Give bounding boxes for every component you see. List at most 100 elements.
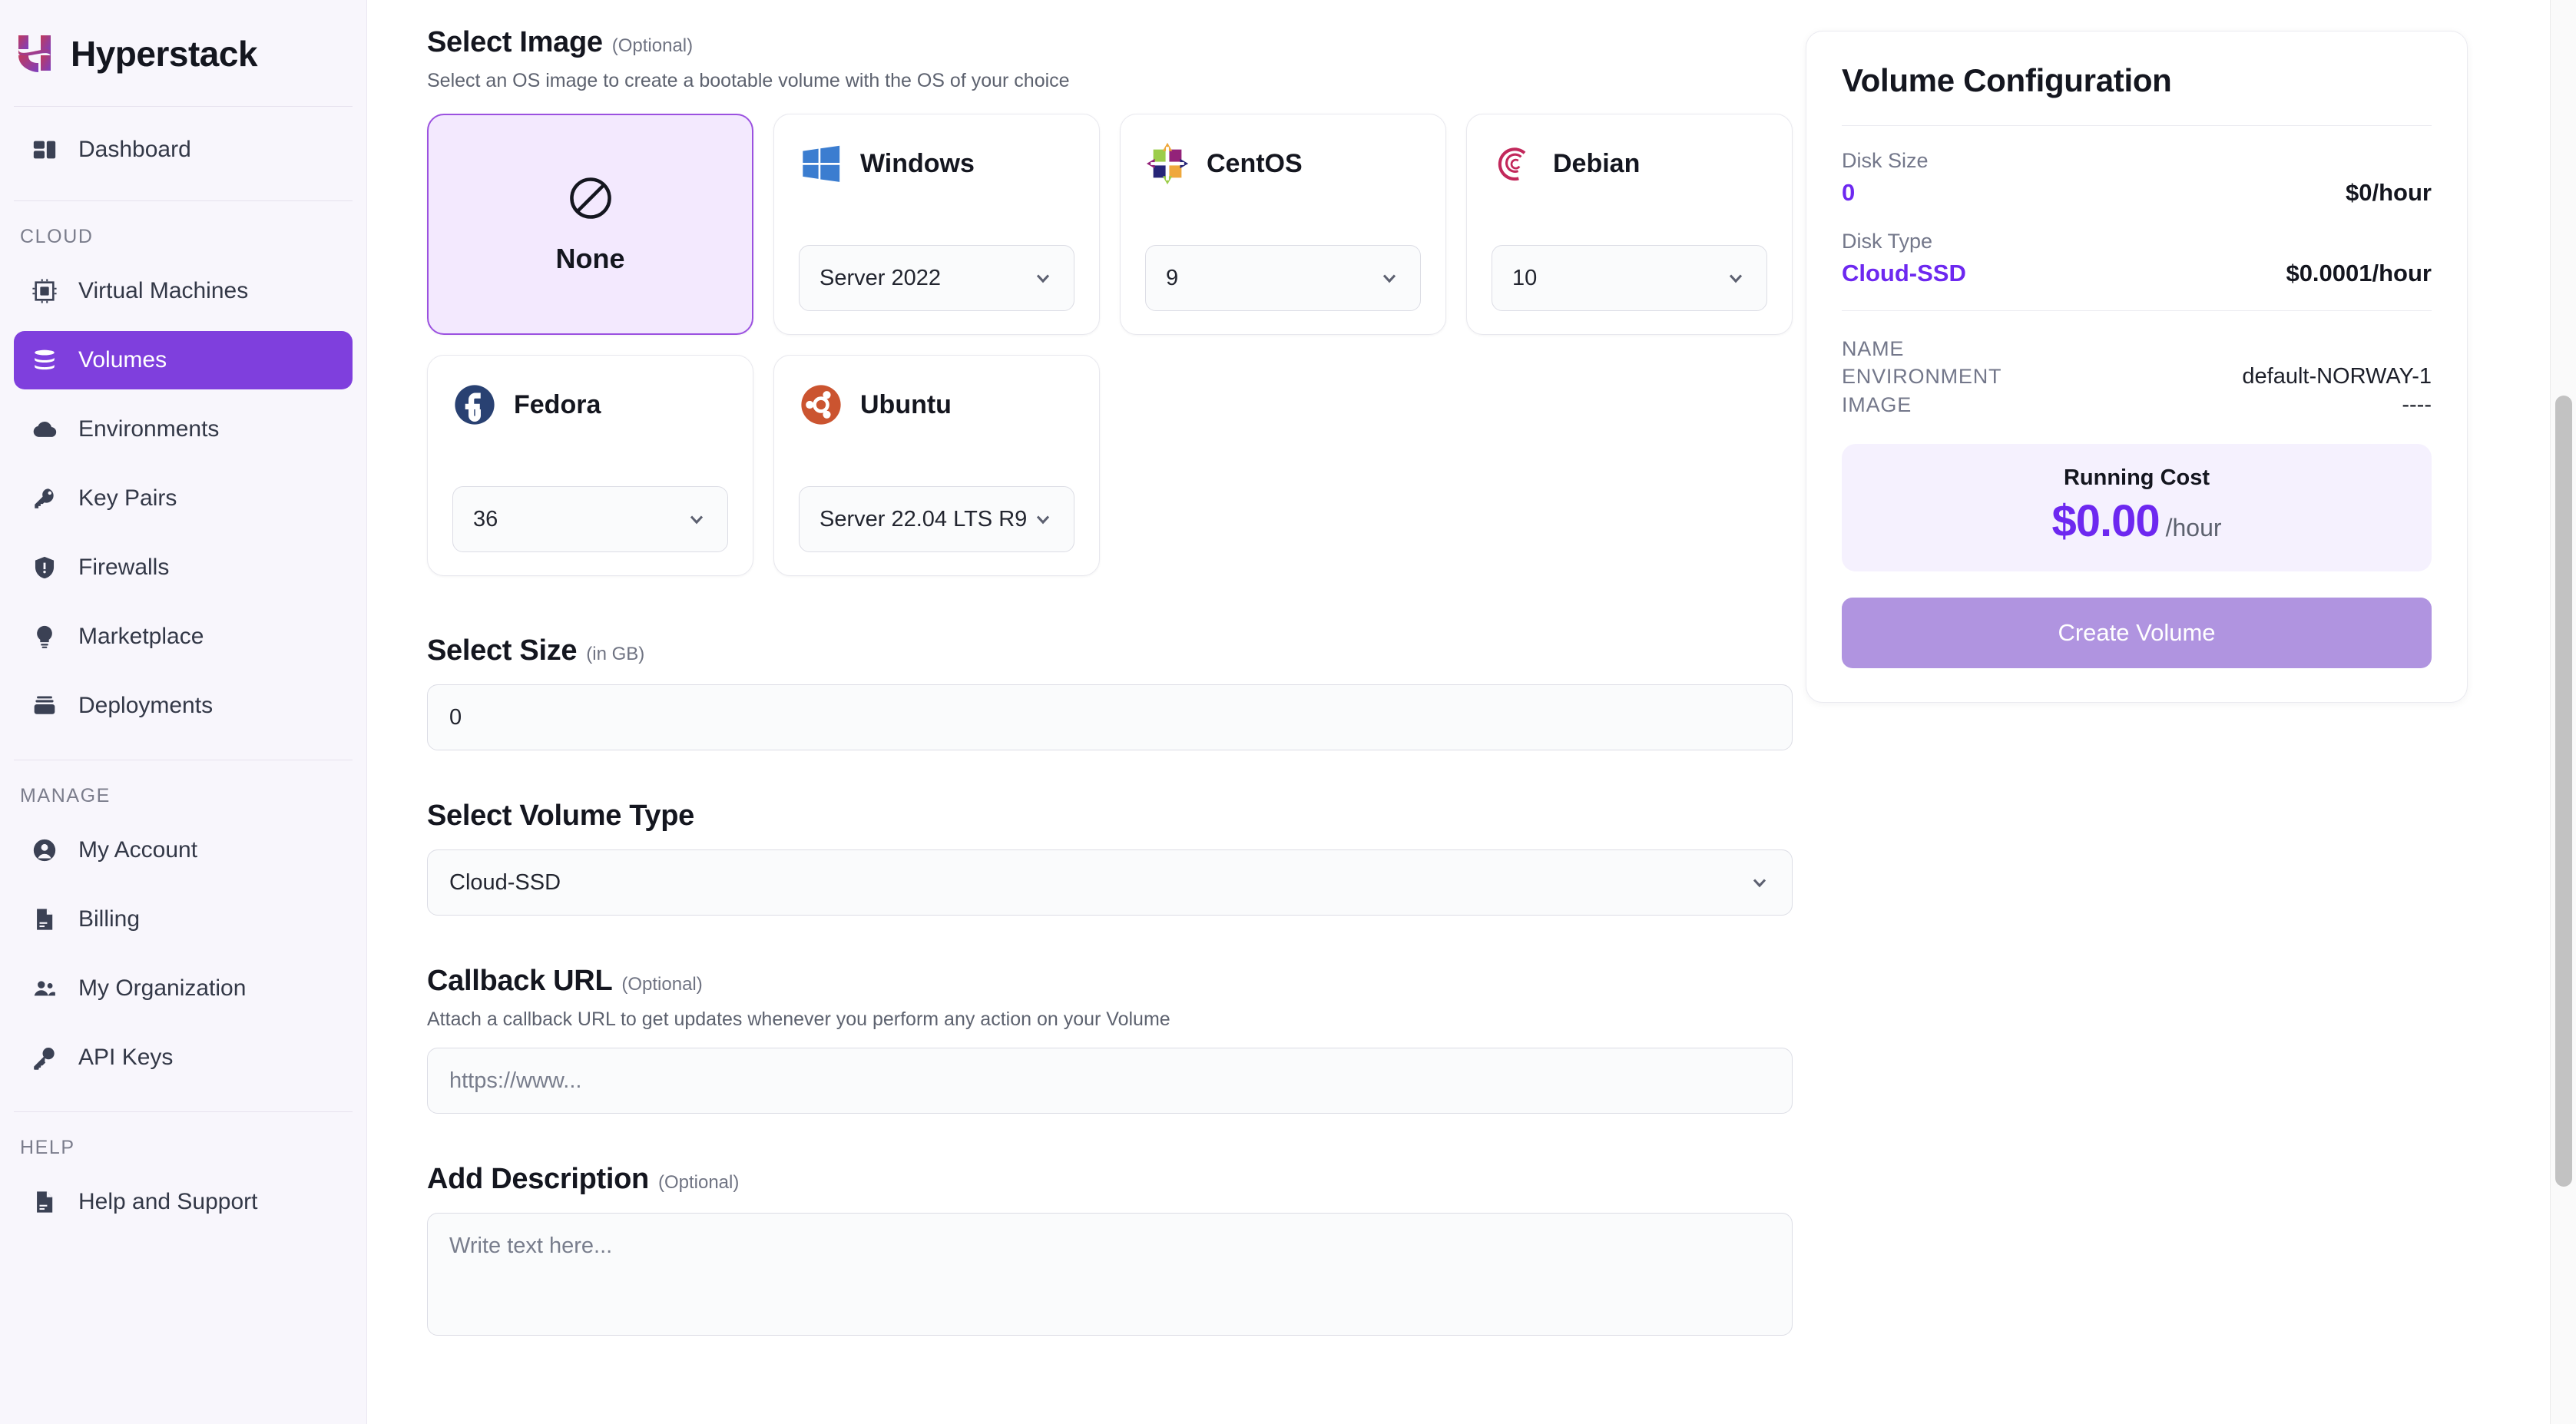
os-card-centos[interactable]: CentOS 9 — [1120, 114, 1446, 335]
disk-type-key: Disk Type — [1842, 230, 1933, 253]
os-card-fedora[interactable]: Fedora 36 — [427, 355, 753, 576]
disk-type-price: $0.0001/hour — [2286, 260, 2432, 286]
sidebar-item-api-keys[interactable]: API Keys — [14, 1028, 353, 1087]
disk-type-value: Cloud-SSD — [1842, 260, 1966, 286]
sidebar-item-my-account[interactable]: My Account — [14, 821, 353, 879]
server-stack-icon — [31, 346, 58, 374]
os-card-label: Debian — [1553, 148, 1641, 178]
lightbulb-icon — [31, 623, 58, 651]
os-card-debian[interactable]: Debian 10 — [1466, 114, 1793, 335]
select-image-heading: Select Image (Optional) — [427, 26, 1769, 59]
meta-value: ---- — [2402, 392, 2432, 417]
os-card-label: None — [555, 243, 625, 274]
meta-value: default-NORWAY-1 — [2242, 364, 2432, 389]
callback-url-optional-tag: (Optional) — [621, 974, 703, 995]
sidebar-item-billing[interactable]: Billing — [14, 890, 353, 949]
sidebar-item-volumes[interactable]: Volumes — [14, 331, 353, 389]
sidebar-item-firewalls[interactable]: Firewalls — [14, 538, 353, 597]
size-input-value: 0 — [449, 704, 462, 730]
os-card-header: CentOS — [1145, 137, 1421, 190]
fedora-logo-icon — [452, 382, 497, 427]
disk-size-row: 0 $0/hour — [1842, 179, 2432, 207]
os-card-label: Windows — [860, 148, 975, 178]
disk-size-key: Disk Size — [1842, 149, 1929, 172]
windows-logo-icon — [799, 141, 843, 186]
chevron-down-icon — [1379, 267, 1400, 289]
vertical-scrollbar-thumb[interactable] — [2555, 396, 2572, 1187]
add-description-title: Add Description — [427, 1163, 649, 1195]
no-entry-icon — [566, 174, 615, 223]
sidebar-item-label: Help and Support — [78, 1189, 258, 1214]
dashboard-icon — [31, 136, 58, 164]
sidebar-item-help-and-support[interactable]: Help and Support — [14, 1173, 353, 1231]
add-description-optional-tag: (Optional) — [657, 1172, 740, 1193]
key-icon — [31, 485, 58, 512]
os-version-value: 9 — [1166, 265, 1179, 290]
os-card-header: Debian — [1492, 137, 1767, 190]
sidebar-item-label: Deployments — [78, 693, 214, 718]
sidebar-group-manage: MANAGE My Account Billing My Organizatio… — [0, 760, 366, 1111]
os-version-select-windows[interactable]: Server 2022 — [799, 245, 1074, 311]
sidebar-item-marketplace[interactable]: Marketplace — [14, 608, 353, 666]
volume-type-value: Cloud-SSD — [449, 869, 561, 895]
sidebar-item-virtual-machines[interactable]: Virtual Machines — [14, 262, 353, 320]
os-card-none[interactable]: None — [427, 114, 753, 335]
os-version-select-ubuntu[interactable]: Server 22.04 LTS R9 — [799, 486, 1074, 552]
cloud-icon — [31, 416, 58, 443]
sidebar-item-environments[interactable]: Environments — [14, 400, 353, 459]
shield-alert-icon — [31, 554, 58, 581]
meta-key: ENVIRONMENT — [1842, 365, 2002, 388]
meta-key: NAME — [1842, 337, 1905, 360]
chevron-down-icon — [686, 508, 707, 530]
os-version-value: Server 22.04 LTS R9 — [819, 506, 1027, 532]
select-size-title: Select Size — [427, 634, 578, 667]
sidebar-item-deployments[interactable]: Deployments — [14, 677, 353, 735]
sidebar-item-label: My Account — [78, 837, 198, 863]
os-card-windows[interactable]: Windows Server 2022 — [773, 114, 1100, 335]
meta-key: IMAGE — [1842, 393, 1912, 416]
volume-type-select[interactable]: Cloud-SSD — [427, 849, 1793, 916]
add-description-section: Add Description (Optional) Write text he… — [427, 1163, 1793, 1336]
vertical-scrollbar-track[interactable] — [2550, 0, 2576, 1424]
os-version-select-centos[interactable]: 9 — [1145, 245, 1421, 311]
sidebar-item-key-pairs[interactable]: Key Pairs — [14, 469, 353, 528]
sidebar: Hyperstack Dashboard CLOUD Virtual Machi… — [0, 0, 367, 1424]
os-version-select-debian[interactable]: 10 — [1492, 245, 1767, 311]
brand[interactable]: Hyperstack — [0, 0, 366, 106]
centos-logo-icon — [1145, 141, 1190, 186]
running-cost-label: Running Cost — [2063, 465, 2210, 490]
chevron-down-icon — [1032, 508, 1054, 530]
description-textarea[interactable]: Write text here... — [427, 1213, 1793, 1336]
users-group-icon — [31, 975, 58, 1002]
os-card-header: Ubuntu — [799, 379, 1074, 431]
select-size-section: Select Size (in GB) 0 — [427, 634, 1793, 750]
cpu-icon — [31, 277, 58, 305]
sidebar-item-label: Billing — [78, 906, 141, 932]
create-volume-button[interactable]: Create Volume — [1842, 598, 2432, 668]
sidebar-item-label: Firewalls — [78, 555, 170, 580]
disk-type-block: Disk Type Cloud-SSD $0.0001/hour — [1842, 207, 2432, 287]
os-version-value: 36 — [473, 506, 498, 532]
select-volume-type-section: Select Volume Type Cloud-SSD — [427, 800, 1793, 916]
sidebar-item-dashboard[interactable]: Dashboard — [14, 121, 353, 179]
sidebar-item-label: API Keys — [78, 1045, 174, 1070]
content-columns: Select Image (Optional) Select an OS ima… — [367, 0, 2576, 1336]
callback-url-title: Callback URL — [427, 965, 613, 997]
os-version-select-fedora[interactable]: 36 — [452, 486, 728, 552]
hyperstack-logo-icon — [17, 32, 55, 75]
sidebar-item-label: Dashboard — [78, 137, 191, 162]
callback-url-input[interactable]: https://www... — [427, 1048, 1793, 1114]
sidebar-item-label: Marketplace — [78, 624, 204, 649]
disk-size-value: 0 — [1842, 179, 1856, 206]
size-input[interactable]: 0 — [427, 684, 1793, 750]
config-meta-list: NAME ENVIRONMENT default-NORWAY-1 IMAGE … — [1842, 311, 2432, 418]
sidebar-item-my-organization[interactable]: My Organization — [14, 959, 353, 1018]
os-image-grid: None Windows Server 2022 CentOS 9 Debian… — [427, 114, 1802, 576]
os-card-label: Ubuntu — [860, 389, 952, 419]
select-image-title: Select Image — [427, 26, 603, 58]
app-root: Hyperstack Dashboard CLOUD Virtual Machi… — [0, 0, 2576, 1424]
os-card-header: Fedora — [452, 379, 728, 431]
meta-row-image: IMAGE ---- — [1842, 392, 2432, 418]
os-card-ubuntu[interactable]: Ubuntu Server 22.04 LTS R9 — [773, 355, 1100, 576]
select-size-unit-note: (in GB) — [586, 644, 645, 664]
